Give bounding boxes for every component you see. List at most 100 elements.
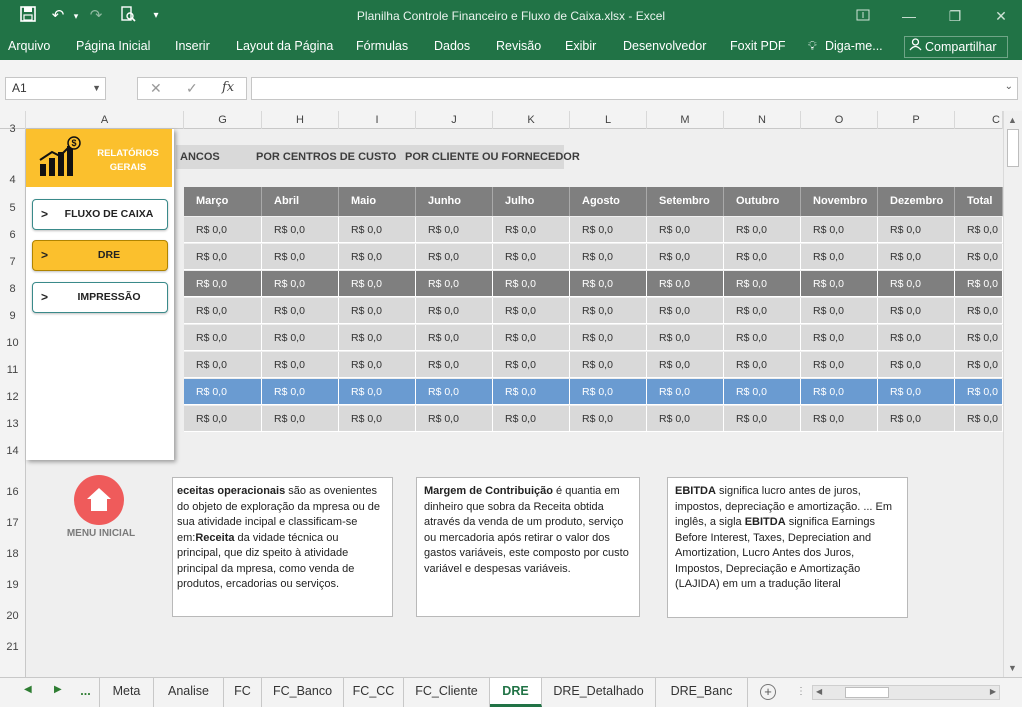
- row-header-20[interactable]: 20: [0, 610, 25, 622]
- row-header-18[interactable]: 18: [0, 548, 25, 560]
- col-header-n[interactable]: N: [724, 111, 801, 129]
- value-cell[interactable]: R$ 0,0: [339, 379, 416, 405]
- tab-dados[interactable]: Dados: [434, 39, 470, 53]
- value-cell[interactable]: R$ 0,0: [955, 352, 1003, 378]
- ribbon-options-icon[interactable]: [848, 4, 878, 28]
- value-cell[interactable]: R$ 0,0: [184, 217, 262, 243]
- row-header-13[interactable]: 13: [0, 418, 25, 430]
- value-cell[interactable]: R$ 0,0: [493, 379, 570, 405]
- report-tab-centros-custos[interactable]: POR CENTROS DE CUSTOS: [248, 145, 404, 169]
- value-cell[interactable]: R$ 0,0: [493, 298, 570, 324]
- value-cell[interactable]: R$ 0,0: [801, 325, 878, 351]
- col-header-j[interactable]: J: [416, 111, 493, 129]
- value-cell[interactable]: R$ 0,0: [801, 298, 878, 324]
- value-cell[interactable]: R$ 0,0: [955, 271, 1003, 297]
- value-cell[interactable]: R$ 0,0: [647, 271, 724, 297]
- value-cell[interactable]: R$ 0,0: [416, 325, 493, 351]
- lightbulb-icon[interactable]: 💡︎: [808, 39, 817, 54]
- value-cell[interactable]: R$ 0,0: [955, 406, 1003, 432]
- value-cell[interactable]: R$ 0,0: [262, 406, 339, 432]
- value-cell[interactable]: R$ 0,0: [570, 352, 647, 378]
- row-header-14[interactable]: 14: [0, 445, 25, 457]
- sheet-tab-dre[interactable]: DRE: [490, 678, 542, 707]
- value-cell[interactable]: R$ 0,0: [801, 217, 878, 243]
- col-header-i[interactable]: I: [339, 111, 416, 129]
- insert-function-icon[interactable]: fx: [222, 80, 234, 95]
- value-cell[interactable]: R$ 0,0: [416, 244, 493, 270]
- row-header-21[interactable]: 21: [0, 641, 25, 653]
- value-cell[interactable]: R$ 0,0: [801, 271, 878, 297]
- impressao-button[interactable]: > IMPRESSÃO: [32, 282, 168, 313]
- value-cell[interactable]: R$ 0,0: [801, 352, 878, 378]
- row-header-12[interactable]: 12: [0, 391, 25, 403]
- chevron-down-icon[interactable]: ▼: [92, 78, 101, 99]
- col-header-g[interactable]: G: [184, 111, 262, 129]
- scroll-down-icon[interactable]: ▼: [1008, 663, 1017, 673]
- value-cell[interactable]: R$ 0,0: [724, 406, 801, 432]
- row-header-17[interactable]: 17: [0, 517, 25, 529]
- value-cell[interactable]: R$ 0,0: [878, 271, 955, 297]
- value-cell[interactable]: R$ 0,0: [801, 379, 878, 405]
- value-cell[interactable]: R$ 0,0: [570, 217, 647, 243]
- value-cell[interactable]: R$ 0,0: [262, 271, 339, 297]
- value-cell[interactable]: R$ 0,0: [184, 352, 262, 378]
- sheet-tab-fc-cliente[interactable]: FC_Cliente: [404, 678, 490, 707]
- value-cell[interactable]: R$ 0,0: [339, 217, 416, 243]
- scroll-left-icon[interactable]: ◀: [816, 687, 822, 696]
- formula-input[interactable]: ⌄: [251, 77, 1018, 100]
- value-cell[interactable]: R$ 0,0: [878, 352, 955, 378]
- row-header-6[interactable]: 6: [0, 229, 25, 241]
- row-header-9[interactable]: 9: [0, 310, 25, 322]
- value-cell[interactable]: R$ 0,0: [339, 298, 416, 324]
- value-cell[interactable]: R$ 0,0: [955, 298, 1003, 324]
- value-cell[interactable]: R$ 0,0: [262, 244, 339, 270]
- value-cell[interactable]: R$ 0,0: [416, 298, 493, 324]
- value-cell[interactable]: R$ 0,0: [339, 325, 416, 351]
- value-cell[interactable]: R$ 0,0: [878, 406, 955, 432]
- sheet-tab-meta[interactable]: Meta: [100, 678, 154, 707]
- value-cell[interactable]: R$ 0,0: [955, 244, 1003, 270]
- col-header-h[interactable]: H: [262, 111, 339, 129]
- tab-foxit-pdf[interactable]: Foxit PDF: [730, 39, 786, 53]
- fluxo-de-caixa-button[interactable]: > FLUXO DE CAIXA: [32, 199, 168, 230]
- value-cell[interactable]: R$ 0,0: [801, 244, 878, 270]
- row-header-7[interactable]: 7: [0, 256, 25, 268]
- vertical-scroll-thumb[interactable]: [1007, 129, 1019, 167]
- value-cell[interactable]: R$ 0,0: [955, 379, 1003, 405]
- close-icon[interactable]: ✕: [986, 4, 1016, 28]
- row-header-3[interactable]: 3: [0, 123, 25, 135]
- col-header-p[interactable]: P: [878, 111, 955, 129]
- row-header-4[interactable]: 4: [0, 174, 25, 186]
- value-cell[interactable]: R$ 0,0: [724, 244, 801, 270]
- tab-inserir[interactable]: Inserir: [175, 39, 210, 53]
- row-header-16[interactable]: 16: [0, 486, 25, 498]
- sheet-tab-dre-detalhado[interactable]: DRE_Detalhado: [542, 678, 656, 707]
- row-header-19[interactable]: 19: [0, 579, 25, 591]
- scroll-up-icon[interactable]: ▲: [1008, 115, 1017, 125]
- value-cell[interactable]: R$ 0,0: [878, 298, 955, 324]
- value-cell[interactable]: R$ 0,0: [416, 352, 493, 378]
- value-cell[interactable]: R$ 0,0: [801, 406, 878, 432]
- value-cell[interactable]: R$ 0,0: [724, 352, 801, 378]
- tab-arquivo[interactable]: Arquivo: [8, 39, 50, 53]
- value-cell[interactable]: R$ 0,0: [339, 244, 416, 270]
- value-cell[interactable]: R$ 0,0: [339, 406, 416, 432]
- row-header-11[interactable]: 11: [0, 364, 25, 376]
- value-cell[interactable]: R$ 0,0: [955, 325, 1003, 351]
- value-cell[interactable]: R$ 0,0: [647, 379, 724, 405]
- share-button[interactable]: Compartilhar: [904, 36, 1008, 58]
- sheet-tab-fc-cc[interactable]: FC_CC: [344, 678, 404, 707]
- col-header-l[interactable]: L: [570, 111, 647, 129]
- value-cell[interactable]: R$ 0,0: [184, 325, 262, 351]
- value-cell[interactable]: R$ 0,0: [184, 379, 262, 405]
- scroll-right-icon[interactable]: ▶: [990, 687, 996, 696]
- minimize-icon[interactable]: —: [894, 4, 924, 28]
- name-box[interactable]: A1 ▼: [5, 77, 106, 100]
- value-cell[interactable]: R$ 0,0: [724, 379, 801, 405]
- row-header-10[interactable]: 10: [0, 337, 25, 349]
- maximize-icon[interactable]: ❐: [940, 4, 970, 28]
- value-cell[interactable]: R$ 0,0: [647, 217, 724, 243]
- home-button[interactable]: [74, 475, 124, 525]
- value-cell[interactable]: R$ 0,0: [493, 271, 570, 297]
- report-tab-bancos[interactable]: ANCOS: [176, 145, 248, 169]
